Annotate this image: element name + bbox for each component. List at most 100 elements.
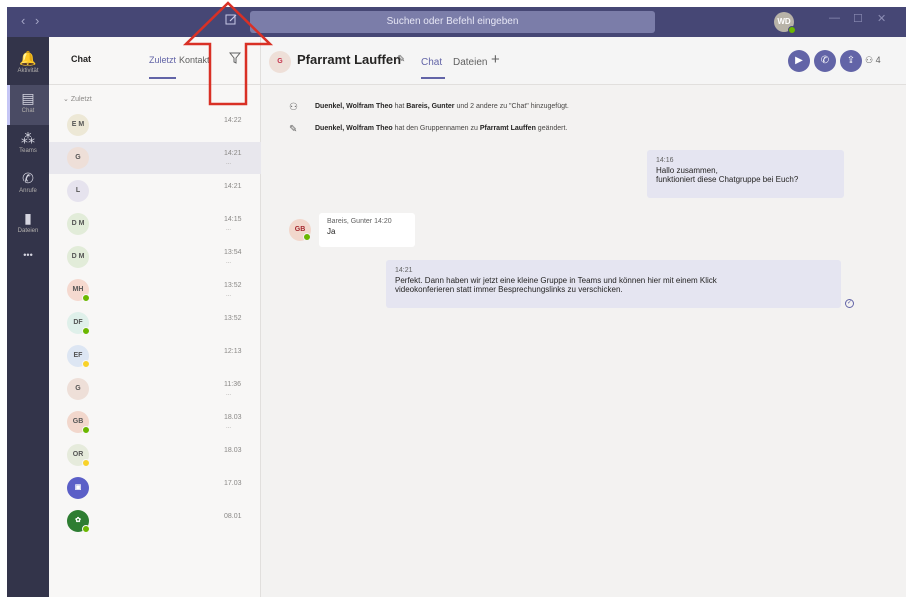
tab-underline [149, 77, 176, 79]
list-item[interactable]: MH 13:52... [49, 274, 261, 306]
avatar: ▣ [67, 477, 89, 499]
tab-files[interactable]: Dateien [453, 57, 487, 68]
message-bubble-other[interactable]: Bareis, Gunter 14:20 Ja [319, 213, 415, 247]
presence-status-icon [82, 525, 90, 533]
avatar: D M [67, 246, 89, 268]
appbar-item-activity[interactable]: 🔔 Aktivität [7, 45, 49, 85]
participants-button[interactable]: ⚇ 4 [865, 55, 881, 66]
appbar-item-chat[interactable]: ▤ Chat [7, 85, 49, 125]
presence-status-icon [82, 294, 90, 302]
sender-avatar[interactable]: GB [289, 219, 311, 241]
tab-chat[interactable]: Chat [421, 57, 442, 68]
tab-recent[interactable]: Zuletzt [149, 55, 176, 65]
list-item[interactable]: G 14:21... [49, 142, 261, 174]
teams-window: ‹ › Suchen oder Befehl eingeben WD — ☐ ✕… [7, 7, 906, 597]
appbar-label: Anrufe [19, 188, 37, 194]
avatar: G [67, 378, 89, 400]
files-icon: ▮ [24, 210, 32, 226]
message-time: 14:21 [395, 267, 413, 274]
chat-list-title: Chat [71, 54, 91, 64]
avatar: G [67, 147, 89, 169]
sysmsg-target: Pfarramt Lauffen [479, 125, 536, 132]
chat-header: G Pfarramt Lauffen ✎ Chat Dateien + ▶ ✆ … [261, 37, 906, 85]
avatar-initials: WD [777, 17, 791, 26]
chat-preview: ... [226, 292, 232, 298]
sysmsg-actor: Duenkel, Wolfram Theo [315, 125, 393, 132]
search-input[interactable]: Suchen oder Befehl eingeben [250, 11, 655, 33]
close-button[interactable]: ✕ [877, 12, 886, 25]
chat-time: 18.03 [224, 414, 242, 421]
bell-icon: 🔔 [19, 50, 37, 66]
chat-time: 14:21 [224, 183, 242, 190]
message-bubble-own[interactable]: 14:21 Perfekt. Dann haben wir jetzt eine… [386, 260, 841, 308]
sysmsg-text: hat [392, 103, 407, 110]
message-bubble-own[interactable]: 14:16 Hallo zusammen, funktioniert diese… [647, 150, 844, 198]
list-item[interactable]: OR 18.03 [49, 439, 261, 471]
chat-preview: ... [226, 259, 232, 265]
message-text: Perfekt. Dann haben wir jetzt eine klein… [395, 276, 717, 285]
tab-contacts[interactable]: Kontakt [179, 55, 210, 65]
list-item[interactable]: G 11:36... [49, 373, 261, 405]
chat-pane: G Pfarramt Lauffen ✎ Chat Dateien + ▶ ✆ … [261, 37, 906, 597]
title-bar: ‹ › Suchen oder Befehl eingeben WD — ☐ ✕ [7, 7, 906, 37]
list-item[interactable]: D M 13:54... [49, 241, 261, 273]
avatar-initials: GB [294, 226, 306, 233]
back-icon[interactable]: ‹ [21, 13, 25, 28]
forward-icon[interactable]: › [35, 13, 39, 28]
avatar: E M [67, 114, 89, 136]
chat-time: 11:36 [224, 381, 241, 388]
message-text: videokonferieren statt immer Besprechung… [395, 285, 623, 294]
list-item[interactable]: ✿ 08.01 [49, 505, 261, 537]
list-item[interactable]: E M 14:22 [49, 109, 261, 141]
share-screen-icon[interactable]: ⇪ [840, 50, 862, 72]
teams-icon: ⁂ [21, 130, 35, 146]
list-item[interactable]: GB 18.03... [49, 406, 261, 438]
edit-pencil-icon[interactable]: ✎ [397, 54, 405, 65]
group-avatar: G [269, 51, 291, 73]
avatar[interactable]: WD [774, 12, 796, 34]
more-icon: ••• [23, 250, 33, 260]
list-item[interactable]: EF 12:13 [49, 340, 261, 372]
sysmsg-actor: Duenkel, Wolfram Theo [315, 103, 393, 110]
appbar-item-files[interactable]: ▮ Dateien [7, 205, 49, 245]
appbar-label: Teams [19, 148, 37, 154]
chat-time: 18.03 [224, 447, 242, 454]
minimize-button[interactable]: — [829, 12, 840, 24]
appbar-item-teams[interactable]: ⁂ Teams [7, 125, 49, 165]
add-tab-icon[interactable]: + [491, 51, 500, 68]
phone-icon: ✆ [22, 170, 34, 186]
list-item[interactable]: D M 14:15... [49, 208, 261, 240]
chat-icon: ▤ [21, 90, 35, 106]
appbar-label: Chat [21, 108, 35, 114]
appbar-item-more[interactable]: ••• [7, 245, 49, 285]
list-item[interactable]: ▣ 17.03 [49, 472, 261, 504]
message-time: 14:20 [374, 218, 392, 225]
app-bar: 🔔 Aktivität ▤ Chat ⁂ Teams ✆ Anrufe ▮ Dateien… [7, 37, 49, 597]
presence-status-icon [82, 327, 90, 335]
filter-icon[interactable] [228, 51, 242, 67]
video-call-icon[interactable]: ▶ [788, 50, 810, 72]
sysmsg-text: und 2 andere zu "Chat" hinzugefügt. [454, 103, 569, 110]
message-text: Hallo zusammen, [656, 166, 718, 175]
participants-count: 4 [875, 55, 881, 65]
message-text: Ja [327, 227, 336, 236]
avatar: L [67, 180, 89, 202]
list-item[interactable]: DF 13:52 [49, 307, 261, 339]
message-sender: Bareis, Gunter [327, 218, 373, 225]
pencil-icon: ✎ [289, 124, 298, 135]
section-recent[interactable]: ⌄ Zuletzt [63, 95, 92, 103]
group-name: Pfarramt Lauffen [297, 52, 402, 67]
audio-call-icon[interactable]: ✆ [814, 50, 836, 72]
compose-icon[interactable] [225, 13, 241, 29]
presence-status-icon [788, 26, 796, 34]
tab-underline [421, 77, 445, 79]
presence-status-icon [303, 233, 311, 241]
list-item[interactable]: L 14:21 [49, 175, 261, 207]
add-people-icon: ⚇ [289, 102, 298, 113]
appbar-item-calls[interactable]: ✆ Anrufe [7, 165, 49, 205]
maximize-button[interactable]: ☐ [853, 12, 863, 25]
chat-list-panel: Chat Zuletzt Kontakt ⌄ Zuletzt E M 14:22 G… [49, 37, 261, 597]
read-receipt-icon: ✓ [845, 299, 854, 308]
presence-status-icon [82, 360, 90, 368]
sysmsg-target: Bareis, Gunter [406, 103, 455, 110]
